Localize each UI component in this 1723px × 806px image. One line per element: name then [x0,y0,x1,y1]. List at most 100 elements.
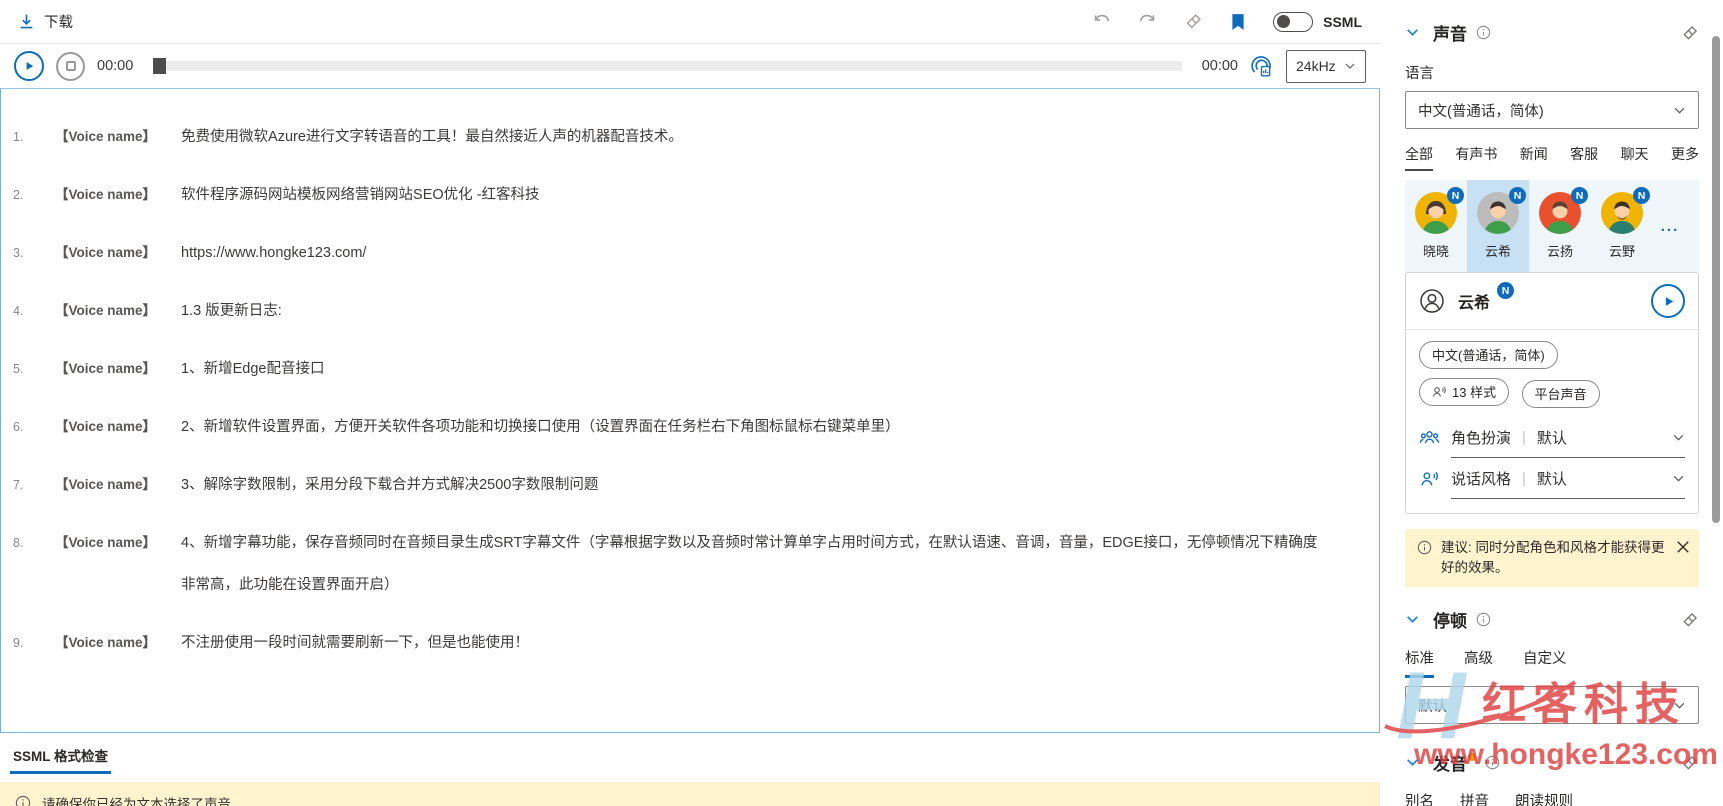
play-button[interactable] [14,51,44,81]
tab-reading-rules[interactable]: 朗读规则 [1515,790,1573,806]
new-badge: N [1571,187,1588,204]
clear-pause-icon[interactable] [1681,611,1699,629]
voice-name-token[interactable]: 【Voice name】 [55,116,156,158]
voice-option-yunye[interactable]: N 云野 [1591,180,1653,272]
tab-customer-service[interactable]: 客服 [1570,144,1598,171]
collapse-chevron-icon[interactable] [1405,25,1420,40]
line-text[interactable]: 不注册使用一段时间就需要刷新一下，但是也能使用！ [181,622,1379,664]
editor-line[interactable]: 9. 【Voice name】 不注册使用一段时间就需要刷新一下，但是也能使用！ [1,622,1379,664]
voice-name-token[interactable]: 【Voice name】 [55,232,156,274]
speaking-style-select[interactable]: 说话风格 | 默认 [1451,468,1685,499]
text-editor[interactable]: 1. 【Voice name】 免费使用微软Azure进行文字转语音的工具！最自… [0,88,1380,733]
voice-name-token[interactable]: 【Voice name】 [55,522,156,564]
line-text[interactable]: 软件程序源码网站模板网络营销网站SEO优化 -红客科技 [181,174,1379,216]
info-icon[interactable] [1476,612,1491,627]
voice-name-token[interactable]: 【Voice name】 [55,348,156,390]
close-icon[interactable] [1676,540,1690,554]
editor-line[interactable]: 2. 【Voice name】 软件程序源码网站模板网络营销网站SEO优化 -红… [1,174,1379,216]
toolbar: 下载 SSML [0,0,1380,44]
new-badge: N [1447,187,1464,204]
sample-rate-value: 24kHz [1296,58,1336,74]
line-text[interactable]: 免费使用微软Azure进行文字转语音的工具！最自然接近人声的机器配音技术。 [181,116,1379,158]
tab-audiobook[interactable]: 有声书 [1455,144,1497,171]
seek-slider-handle[interactable] [153,58,167,74]
preview-play-button[interactable] [1651,284,1685,318]
voice-name-token[interactable]: 【Voice name】 [55,174,156,216]
pause-select[interactable]: 默认 [1405,686,1699,724]
sample-rate-select[interactable]: 24kHz [1286,49,1366,83]
tab-alias[interactable]: 别名 [1405,790,1434,806]
voice-name-token[interactable]: 【Voice name】 [55,290,156,332]
voice-name-token[interactable]: 【Voice name】 [55,464,156,506]
voice-name-token[interactable]: 【Voice name】 [55,406,156,448]
redo-icon[interactable] [1138,12,1157,31]
clear-pronunciation-icon[interactable] [1681,754,1699,772]
chevron-down-icon [1344,60,1356,72]
line-text[interactable]: 3、解除字数限制，采用分段下载合并方式解决2500字数限制问题 [181,464,1379,506]
editor-line[interactable]: 1. 【Voice name】 免费使用微软Azure进行文字转语音的工具！最自… [1,116,1379,158]
clear-voice-icon[interactable] [1681,24,1699,42]
line-number: 5. [13,362,24,376]
language-tag: 中文(普通话，简体) [1419,341,1558,369]
collapse-chevron-icon[interactable] [1405,755,1420,770]
ssml-toggle[interactable] [1273,11,1314,32]
editor-line[interactable]: 8. 【Voice name】 4、新增字幕功能，保存音频同时在音频目录生成SR… [1,522,1379,606]
editor-line[interactable]: 7. 【Voice name】 3、解除字数限制，采用分段下载合并方式解决250… [1,464,1379,506]
tab-advanced[interactable]: 高级 [1464,647,1493,678]
editor-line[interactable]: 4. 【Voice name】 1.3 版更新日志: [1,290,1379,332]
collapse-chevron-icon[interactable] [1405,612,1420,627]
sidebar-scrollbar[interactable] [1712,36,1720,523]
voice-option-yunxi[interactable]: N 云希 [1467,180,1529,272]
bottom-panel: SSML 格式检查 请确保你已经为文本选择了声音。 [0,733,1380,806]
line-text[interactable]: https://www.hongke123.com/ [181,232,1379,274]
tab-pinyin[interactable]: 拼音 [1460,790,1489,806]
language-select[interactable]: 中文(普通话，简体) [1405,91,1699,129]
modified-indicator-dot [1468,753,1476,761]
settings-sidebar: 声音 语言 中文(普通话，简体) 全部 有声书 新闻 客服 聊天 更多 N 晓晓… [1380,0,1723,806]
pause-value: 默认 [1418,698,1447,715]
separator: | [1522,428,1526,446]
editor-line[interactable]: 6. 【Voice name】 2、新增软件设置界面，方便开关软件各项功能和切换… [1,406,1379,448]
stop-button[interactable] [56,51,85,81]
line-text[interactable]: 1.3 版更新日志: [181,290,1379,332]
styles-count-tag: 13 样式 [1419,378,1510,406]
tab-standard[interactable]: 标准 [1405,647,1434,678]
pronunciation-section-header: 发音 [1405,750,1699,775]
line-number: 7. [13,478,24,492]
eraser-icon[interactable] [1184,12,1203,31]
line-number: 8. [13,536,24,550]
tab-custom[interactable]: 自定义 [1523,647,1567,678]
speaking-style-row: 说话风格 | 默认 [1419,468,1685,499]
tab-news[interactable]: 新闻 [1520,144,1548,171]
voice-section-header: 声音 [1405,20,1699,45]
tab-more[interactable]: 更多 [1671,144,1699,171]
line-text[interactable]: 2、新增软件设置界面，方便开关软件各项功能和切换接口使用（设置界面在任务栏右下角… [181,406,1379,448]
editor-line[interactable]: 3. 【Voice name】 https://www.hongke123.co… [1,232,1379,274]
info-icon[interactable] [1485,755,1500,770]
more-voices-button[interactable]: ... [1653,180,1687,272]
suggestion-text: 建议: 同时分配角色和风格才能获得更好的效果。 [1441,539,1665,575]
info-icon [1417,540,1432,555]
bookmark-icon[interactable] [1230,13,1246,31]
chevron-down-icon [1673,699,1686,712]
voice-option-yunyang[interactable]: N 云扬 [1529,180,1591,272]
role-play-select[interactable]: 角色扮演 | 默认 [1451,427,1685,458]
tab-chat[interactable]: 聊天 [1621,144,1649,171]
undo-icon[interactable] [1092,12,1111,31]
seek-slider[interactable] [153,58,1182,74]
download-button[interactable]: 下载 [18,11,73,32]
tab-all[interactable]: 全部 [1405,144,1433,171]
voice-name-token[interactable]: 【Voice name】 [55,622,156,664]
total-time: 00:00 [1201,58,1238,74]
info-icon[interactable] [1476,25,1491,40]
voice-option-xiaoxiao[interactable]: N 晓晓 [1405,180,1467,272]
tab-ssml-format-check[interactable]: SSML 格式检查 [10,743,112,774]
editor-line[interactable]: 5. 【Voice name】 1、新增Edge配音接口 [1,348,1379,390]
line-text[interactable]: 4、新增字幕功能，保存音频同时在音频目录生成SRT字幕文件（字幕根据字数以及音频… [181,522,1379,606]
line-text[interactable]: 1、新增Edge配音接口 [181,348,1379,390]
voice-category-tabs: 全部 有声书 新闻 客服 聊天 更多 [1405,144,1699,171]
role-play-label: 角色扮演 [1451,429,1512,447]
pause-section-title: 停顿 [1433,612,1467,631]
selected-voice-header: 云希 N [1406,273,1698,329]
audio-tune-icon[interactable] [1250,54,1274,78]
